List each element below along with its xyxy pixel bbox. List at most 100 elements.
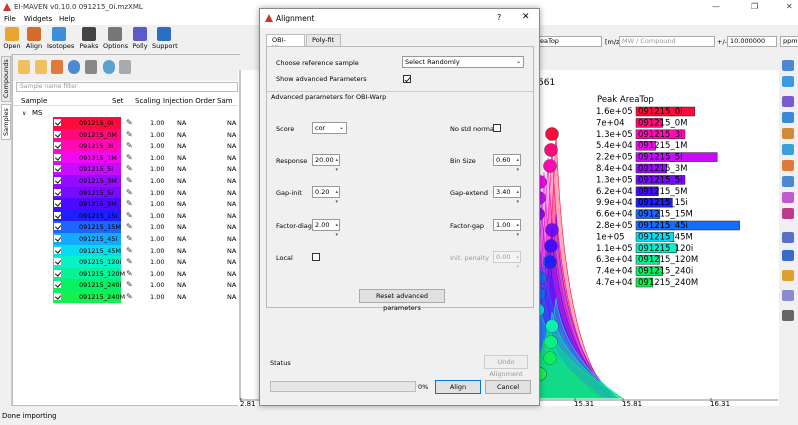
- sample-injection-order[interactable]: NA: [177, 212, 186, 220]
- tolerance-input[interactable]: 10.000000: [727, 36, 777, 47]
- sample-row[interactable]: 091215_5i ✎ 1.00 NA NA: [13, 163, 241, 175]
- tool-icon-15[interactable]: [782, 310, 794, 321]
- score-select[interactable]: cor ⌄: [312, 122, 347, 134]
- edit-pencil-icon[interactable]: ✎: [126, 292, 133, 301]
- sample-scaling[interactable]: 1.00: [150, 247, 164, 255]
- header-set[interactable]: Set: [112, 97, 124, 105]
- tool-icon-3[interactable]: [782, 96, 794, 107]
- show-advanced-checkbox[interactable]: [403, 75, 411, 83]
- sample-checkbox[interactable]: [54, 211, 61, 219]
- polly-button[interactable]: Polly: [128, 27, 152, 54]
- sample-row[interactable]: 091215_45i ✎ 1.00 NA NA: [13, 233, 241, 245]
- open-button[interactable]: Open: [0, 27, 24, 54]
- menu-help[interactable]: Help: [59, 15, 75, 23]
- response-input[interactable]: 20.00 ▴ ▾: [312, 154, 340, 173]
- sample-checkbox[interactable]: [54, 165, 61, 173]
- spin-icon[interactable]: ▴ ▾: [335, 187, 338, 207]
- sample-row[interactable]: 091215_3M ✎ 1.00 NA NA: [13, 175, 241, 187]
- spin-icon[interactable]: ▴ ▾: [516, 155, 519, 175]
- delete-icon[interactable]: [85, 60, 97, 74]
- globe-icon[interactable]: [68, 60, 80, 74]
- sample-scaling[interactable]: 1.00: [150, 119, 164, 127]
- sample-injection-order[interactable]: NA: [177, 165, 186, 173]
- quant-type-select[interactable]: AreaTop: [530, 36, 602, 47]
- sample-checkbox[interactable]: [54, 223, 61, 231]
- sample-injection-order[interactable]: NA: [177, 119, 186, 127]
- dialog-close-icon[interactable]: ✕: [522, 12, 530, 22]
- spin-icon[interactable]: ▴ ▾: [516, 187, 519, 207]
- undo-alignment-button[interactable]: Undo Alignment: [484, 355, 528, 378]
- sample-checkbox[interactable]: [54, 269, 61, 277]
- tab-compounds[interactable]: Compounds: [1, 56, 11, 102]
- tool-icon-11[interactable]: [782, 232, 794, 243]
- sample-row[interactable]: 091215_45M ✎ 1.00 NA NA: [13, 244, 241, 257]
- minimize-icon[interactable]: —: [712, 2, 720, 11]
- sample-injection-order[interactable]: NA: [177, 235, 186, 243]
- tool-icon-10[interactable]: [782, 208, 794, 219]
- tolerance-unit-select[interactable]: ppm: [780, 36, 798, 47]
- sample-filter-input[interactable]: Sample name filter: [16, 82, 238, 92]
- sample-checkbox[interactable]: [54, 293, 61, 300]
- bin-size-input[interactable]: 0.60 ▴ ▾: [493, 154, 521, 173]
- gap-init-input[interactable]: 0.20 ▴ ▾: [312, 186, 340, 205]
- reference-select[interactable]: Select Randomly ⌄: [402, 56, 524, 68]
- new-set-icon[interactable]: [18, 60, 30, 74]
- factor-diag-input[interactable]: 2.00 ▴ ▾: [312, 219, 340, 238]
- tool-icon-12[interactable]: [782, 250, 794, 261]
- gap-extend-input[interactable]: 3.40 ▴ ▾: [493, 186, 521, 205]
- spin-icon[interactable]: ▴ ▾: [516, 220, 519, 240]
- factor-gap-input[interactable]: 1.00 ▴ ▾: [493, 219, 521, 238]
- tool-icon-4[interactable]: [782, 112, 794, 123]
- sample-scaling[interactable]: 1.00: [150, 142, 164, 150]
- sample-row[interactable]: 091215_0M ✎ 1.00 NA NA: [13, 128, 241, 141]
- edit-pencil-icon[interactable]: ✎: [126, 222, 133, 231]
- eye-icon[interactable]: [103, 60, 115, 74]
- load-icon[interactable]: [35, 60, 47, 74]
- sample-scaling[interactable]: 1.00: [150, 165, 164, 173]
- sample-row[interactable]: 091215_1M ✎ 1.00 NA NA: [13, 151, 241, 164]
- sample-checkbox[interactable]: [54, 281, 61, 289]
- header-sam[interactable]: Sam: [217, 97, 233, 105]
- tool-icon-2[interactable]: [782, 76, 794, 87]
- edit-pencil-icon[interactable]: ✎: [126, 257, 133, 266]
- sample-scaling[interactable]: 1.00: [150, 281, 164, 289]
- tab-poly-fit[interactable]: Poly-fit: [306, 34, 341, 46]
- sample-scaling[interactable]: 1.00: [150, 293, 164, 301]
- sample-injection-order[interactable]: NA: [177, 223, 186, 231]
- sample-injection-order[interactable]: NA: [177, 189, 186, 197]
- sample-scaling[interactable]: 1.00: [150, 189, 164, 197]
- edit-pencil-icon[interactable]: ✎: [126, 234, 133, 243]
- sample-scaling[interactable]: 1.00: [150, 154, 164, 162]
- sample-injection-order[interactable]: NA: [177, 293, 186, 301]
- sample-injection-order[interactable]: NA: [177, 142, 186, 150]
- edit-pencil-icon[interactable]: ✎: [126, 188, 133, 197]
- sample-scaling[interactable]: 1.00: [150, 177, 164, 185]
- header-sample[interactable]: Sample: [21, 97, 47, 105]
- sample-scaling[interactable]: 1.00: [150, 258, 164, 266]
- sample-injection-order[interactable]: NA: [177, 131, 186, 139]
- close-icon[interactable]: ✕: [786, 2, 793, 11]
- sample-row[interactable]: 091215_240M ✎ 1.00 NA NA: [13, 291, 241, 303]
- menu-file[interactable]: File: [4, 15, 16, 23]
- sample-row[interactable]: 091215_3i ✎ 1.00 NA NA: [13, 140, 241, 152]
- spin-icon[interactable]: ▴ ▾: [335, 155, 338, 175]
- peaks-button[interactable]: Peaks: [77, 27, 101, 54]
- align-button[interactable]: Align: [435, 380, 481, 394]
- local-checkbox[interactable]: [312, 253, 320, 261]
- sample-scaling[interactable]: 1.00: [150, 200, 164, 208]
- sample-injection-order[interactable]: NA: [177, 177, 186, 185]
- chevron-down-icon[interactable]: ∨: [22, 110, 26, 117]
- sample-injection-order[interactable]: NA: [177, 154, 186, 162]
- edit-pencil-icon[interactable]: ✎: [126, 199, 133, 208]
- sample-row[interactable]: 091215_5M ✎ 1.00 NA NA: [13, 198, 241, 210]
- tab-samples[interactable]: Samples: [1, 104, 11, 140]
- sample-scaling[interactable]: 1.00: [150, 131, 164, 139]
- edit-pencil-icon[interactable]: ✎: [126, 246, 133, 255]
- tab-obi-warp[interactable]: OBI-Warp: [266, 34, 305, 52]
- sample-injection-order[interactable]: NA: [177, 247, 186, 255]
- sample-checkbox[interactable]: [54, 153, 61, 161]
- export-icon[interactable]: [51, 60, 63, 74]
- edit-pencil-icon[interactable]: ✎: [126, 211, 133, 220]
- sample-scaling[interactable]: 1.00: [150, 270, 164, 278]
- sample-checkbox[interactable]: [54, 188, 61, 196]
